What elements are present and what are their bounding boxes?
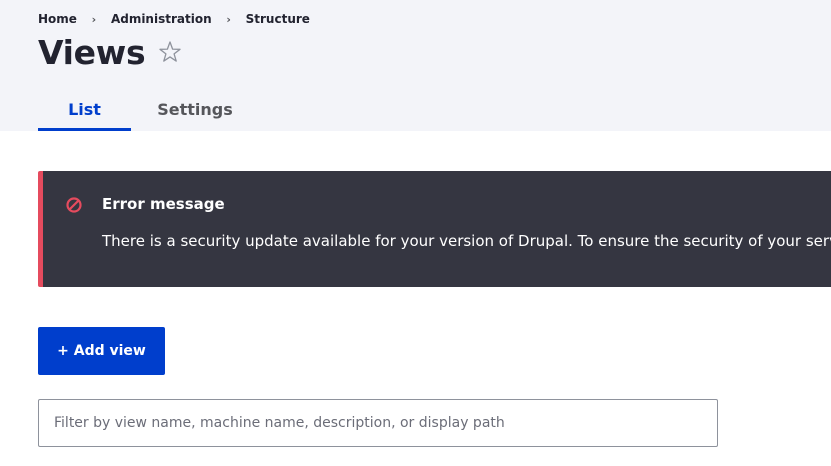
star-outline-icon[interactable] — [157, 39, 183, 65]
error-text: There is a security update available for… — [102, 232, 831, 250]
breadcrumb: Home › Administration › Structure — [38, 11, 310, 27]
breadcrumb-separator: › — [226, 12, 231, 26]
tab-settings[interactable]: Settings — [131, 88, 259, 131]
page-header: Home › Administration › Structure Views … — [0, 0, 831, 131]
tab-list[interactable]: List — [38, 88, 131, 131]
primary-tabs: List Settings — [38, 88, 259, 131]
title-row: Views — [38, 30, 183, 74]
error-message: Error message There is a security update… — [38, 171, 831, 287]
breadcrumb-structure[interactable]: Structure — [246, 12, 310, 26]
breadcrumb-separator: › — [91, 12, 97, 26]
breadcrumb-administration[interactable]: Administration — [111, 12, 212, 26]
add-view-button[interactable]: + Add view — [38, 327, 165, 375]
error-icon — [65, 196, 83, 214]
error-title: Error message — [102, 195, 225, 213]
breadcrumb-home[interactable]: Home — [38, 12, 77, 26]
page-title: Views — [38, 32, 146, 72]
filter-input[interactable] — [38, 399, 718, 447]
